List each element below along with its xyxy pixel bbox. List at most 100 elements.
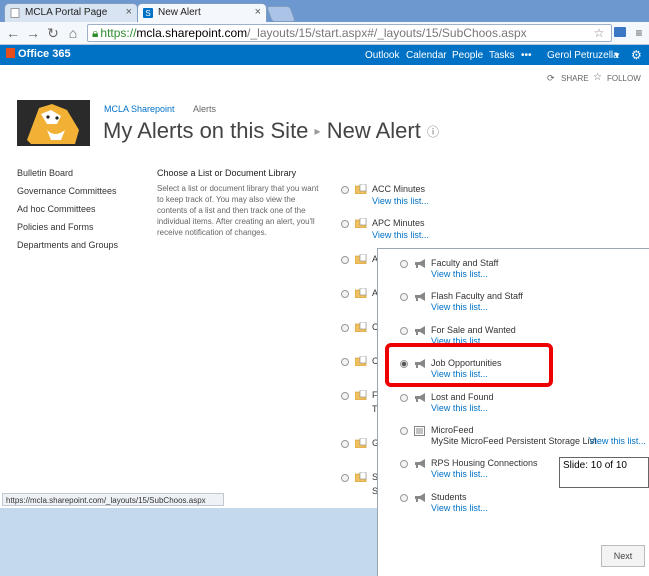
suite-link-people[interactable]: People xyxy=(452,50,483,61)
radio-obscured-list[interactable] xyxy=(341,392,349,400)
tab-new-alert[interactable]: S New Alert × xyxy=(137,3,267,22)
brand-label: Office 365 xyxy=(18,48,71,60)
radio-for-sale-and-wanted[interactable] xyxy=(400,326,408,335)
url-scheme: https:// xyxy=(100,26,137,40)
close-icon[interactable]: × xyxy=(126,6,132,18)
view-list-link-lost-and-found[interactable]: View this list... xyxy=(431,403,488,413)
list-name-faculty-and-staff: Faculty and Staff xyxy=(431,258,499,268)
browser-tab-strip: MCLA Portal Page × S New Alert × xyxy=(0,0,649,22)
share-button[interactable]: SHARE xyxy=(561,74,589,83)
lock-icon: 🔒︎ xyxy=(92,26,99,40)
list-name-flash-faculty-and-staff: Flash Faculty and Staff xyxy=(431,291,523,302)
follow-button[interactable]: FOLLOW xyxy=(607,74,641,83)
highlight-box xyxy=(385,343,553,387)
address-bar[interactable]: 🔒︎ https://mcla.sharepoint.com/_layouts/1… xyxy=(87,24,612,42)
radio-obscured-list[interactable] xyxy=(341,256,349,264)
radio-obscured-list[interactable] xyxy=(341,358,349,366)
share-icon: ⟳ xyxy=(547,73,555,83)
view-list-link-apc-minutes[interactable]: View this list... xyxy=(372,230,429,240)
list-name-rps-housing-connections: RPS Housing Connections xyxy=(431,458,538,469)
list-name-students: Students xyxy=(431,491,467,502)
sharepoint-icon: S xyxy=(143,8,153,18)
menu-icon[interactable]: ≡ xyxy=(631,25,647,41)
list-name-apc-minutes: APC Minutes xyxy=(372,218,425,228)
chevron-down-icon[interactable]: ▼ xyxy=(613,51,621,60)
nav-bulletin-board[interactable]: Bulletin Board xyxy=(17,168,73,178)
svg-text:S: S xyxy=(145,9,150,18)
radio-obscured-list[interactable] xyxy=(341,474,349,482)
radio-students[interactable] xyxy=(400,493,408,502)
radio-faculty-and-staff[interactable] xyxy=(400,260,408,268)
url-path: /_layouts/15/start.aspx#/_layouts/15/Sub… xyxy=(247,26,527,40)
title-part1: My Alerts on this Site xyxy=(103,118,309,143)
back-arrow-icon[interactable]: ← xyxy=(4,22,22,44)
document-library-icon xyxy=(355,356,367,366)
star-icon[interactable]: ☆ xyxy=(591,25,607,41)
nav-governance-committees[interactable]: Governance Committees xyxy=(17,186,117,196)
radio-obscured-list[interactable] xyxy=(341,290,349,298)
radio-microfeed[interactable] xyxy=(400,427,408,435)
tab-label: New Alert xyxy=(158,7,201,18)
radio-obscured-list[interactable] xyxy=(341,324,349,332)
gear-icon[interactable]: ⚙ xyxy=(631,48,642,62)
list-name-microfeed: MicroFeed xyxy=(431,425,474,435)
nav-departments-groups[interactable]: Departments and Groups xyxy=(17,240,118,250)
list-description-microfeed: MySite MicroFeed Persistent Storage List xyxy=(431,436,597,446)
list-icon xyxy=(414,426,425,436)
choose-list-description: Select a list or document library that y… xyxy=(157,184,319,237)
view-list-link-rps-housing-connections[interactable]: View this list... xyxy=(431,469,488,479)
suite-link-calendar[interactable]: Calendar xyxy=(406,50,447,61)
reload-icon[interactable]: ↻ xyxy=(44,22,62,44)
cougar-mascot-icon xyxy=(17,100,90,146)
announcement-icon xyxy=(415,259,425,268)
document-library-icon xyxy=(355,438,367,448)
announcement-icon xyxy=(415,459,425,469)
browser-toolbar: ← → ↻ ⌂ 🔒︎ https://mcla.sharepoint.com/_l… xyxy=(0,22,649,45)
radio-acc-minutes[interactable] xyxy=(341,186,349,194)
nav-policies-forms[interactable]: Policies and Forms xyxy=(17,222,94,232)
info-icon[interactable]: ⓘ xyxy=(427,125,439,139)
home-icon[interactable]: ⌂ xyxy=(64,22,82,44)
list-name-lost-and-found: Lost and Found xyxy=(431,391,494,402)
view-list-link-microfeed[interactable]: View this list... xyxy=(589,436,646,446)
star-outline-icon: ☆ xyxy=(593,72,602,83)
radio-apc-minutes[interactable] xyxy=(341,220,349,228)
radio-lost-and-found[interactable] xyxy=(400,393,408,402)
forward-arrow-icon[interactable]: → xyxy=(24,22,42,44)
tab-mcla-portal[interactable]: MCLA Portal Page × xyxy=(4,3,138,22)
document-library-icon xyxy=(355,472,367,482)
list-name-for-sale-and-wanted: For Sale and Wanted xyxy=(431,324,516,335)
announcement-icon xyxy=(415,392,425,402)
view-list-link-students[interactable]: View this list... xyxy=(431,503,488,513)
announcement-icon xyxy=(415,292,425,302)
announcement-icon xyxy=(415,492,425,502)
announcement-icon xyxy=(415,325,425,335)
more-apps-button[interactable]: ••• xyxy=(521,50,532,61)
view-list-link-acc-minutes[interactable]: View this list... xyxy=(372,196,429,206)
list-name-acc-minutes: ACC Minutes xyxy=(372,184,426,194)
choose-list-heading: Choose a List or Document Library xyxy=(157,168,297,178)
document-library-icon xyxy=(355,322,367,332)
extension-icon[interactable] xyxy=(612,25,628,41)
office365-logo[interactable]: Office 365 xyxy=(6,48,71,60)
view-list-link-faculty-and-staff[interactable]: View this list... xyxy=(431,269,488,279)
next-button[interactable]: Next xyxy=(601,545,645,567)
document-library-icon xyxy=(355,218,367,228)
document-library-icon xyxy=(355,184,367,194)
user-name[interactable]: Gerol Petruzella xyxy=(547,50,619,61)
radio-obscured-list[interactable] xyxy=(341,440,349,448)
document-library-icon xyxy=(355,390,367,400)
new-tab-button[interactable] xyxy=(266,6,296,22)
breadcrumb-section[interactable]: Alerts xyxy=(193,104,216,114)
action-bar: ⟳ SHARE ☆ FOLLOW xyxy=(0,65,649,90)
suite-bar: Office 365 Outlook Calendar People Tasks… xyxy=(0,45,649,65)
view-list-link-flash-faculty-and-staff[interactable]: View this list... xyxy=(431,302,488,312)
slide-counter: Slide: 10 of 10 xyxy=(559,457,649,488)
suite-link-tasks[interactable]: Tasks xyxy=(489,50,515,61)
breadcrumb-site[interactable]: MCLA Sharepoint xyxy=(104,104,175,114)
suite-link-outlook[interactable]: Outlook xyxy=(365,50,399,61)
site-logo[interactable] xyxy=(17,100,90,146)
nav-adhoc-committees[interactable]: Ad hoc Committees xyxy=(17,204,96,214)
tab-label: MCLA Portal Page xyxy=(25,7,108,18)
close-icon[interactable]: × xyxy=(255,6,261,18)
